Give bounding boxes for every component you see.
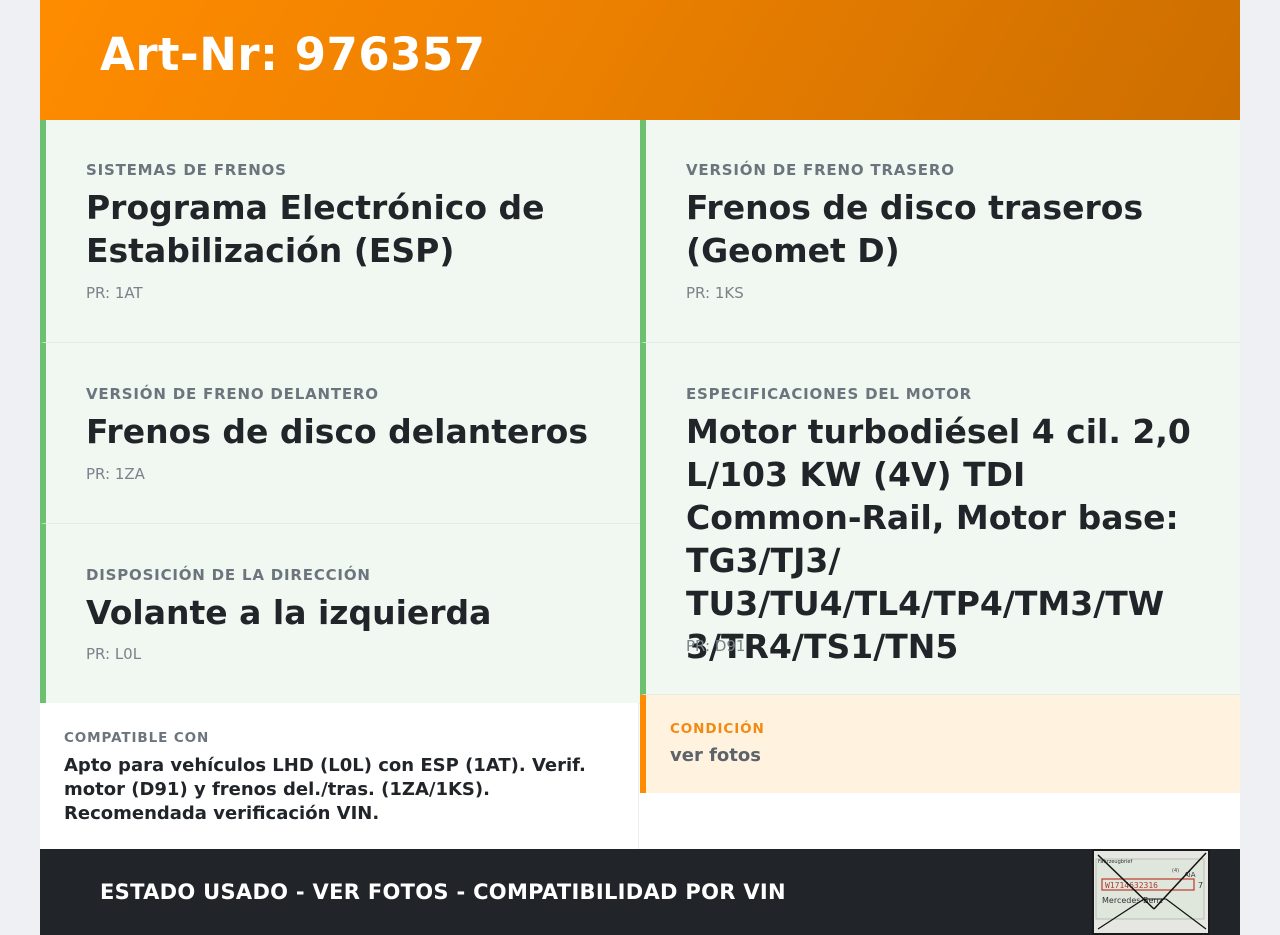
card-value: Frenos de disco traseros (Geomet D) [686,188,1144,270]
card-value: Motor turbodiésel 4 cil. 2,0 L/103 KW (4… [686,412,1191,666]
svg-text:7: 7 [1198,881,1203,890]
card-braking-system: SISTEMAS DE FRENOS Programa Electrónico … [40,120,640,343]
card-value: Frenos de disco delanteros [86,412,588,451]
card-label: VERSIÓN DE FRENO TRASERO [686,161,955,179]
card-label: ESPECIFICACIONES DEL MOTOR [686,385,972,403]
document-photo-thumbnail[interactable]: Fahrzeugbrief (4) AiA W1714632316 7 Merc… [1092,849,1210,935]
card-label: SISTEMAS DE FRENOS [86,161,287,179]
header-banner: Art-Nr: 976357 [40,0,1240,120]
card-front-brake: VERSIÓN DE FRENO DELANTERO Frenos de dis… [40,343,640,524]
thumb-code: W1714632316 [1105,881,1158,890]
compatible-label: COMPATIBLE CON [64,730,210,746]
card-value: Volante a la izquierda [86,593,492,632]
card-label: VERSIÓN DE FRENO DELANTERO [86,385,379,403]
document-photo-image: Fahrzeugbrief (4) AiA W1714632316 7 Merc… [1094,851,1208,933]
compatible-text: Apto para vehículos LHD (L0L) con ESP (1… [64,755,586,824]
svg-text:(4): (4) [1172,868,1179,874]
condition-section: CONDICIÓN ver fotos [640,695,1240,793]
article-number-title: Art-Nr: 976357 [100,28,486,81]
footer-text: ESTADO USADO - VER FOTOS - COMPATIBILIDA… [100,880,786,904]
card-pr-code: PR: L0L [86,645,142,663]
card-label: DISPOSICIÓN DE LA DIRECCIÓN [86,566,371,584]
card-value: Programa Electrónico de Estabilización (… [86,188,545,270]
card-pr-code: PR: 1AT [86,284,143,302]
card-engine: ESPECIFICACIONES DEL MOTOR Motor turbodi… [640,343,1240,695]
card-pr-code: PR: 1ZA [86,465,145,483]
product-sheet: Art-Nr: 976357 SISTEMAS DE FRENOS Progra… [40,0,1240,935]
thumb-brand: Mercedes-Benz [1102,896,1163,905]
card-pr-code: PR: 1KS [686,284,744,302]
compatible-section: COMPATIBLE CON Apto para vehículos LHD (… [40,703,639,849]
footer-bar: ESTADO USADO - VER FOTOS - COMPATIBILIDA… [40,849,1240,935]
condition-text: ver fotos [670,745,761,766]
card-steering: DISPOSICIÓN DE LA DIRECCIÓN Volante a la… [40,524,640,704]
card-pr-code: PR: D91 [686,637,746,655]
condition-label: CONDICIÓN [670,721,765,737]
card-rear-brake: VERSIÓN DE FRENO TRASERO Frenos de disco… [640,120,1240,343]
